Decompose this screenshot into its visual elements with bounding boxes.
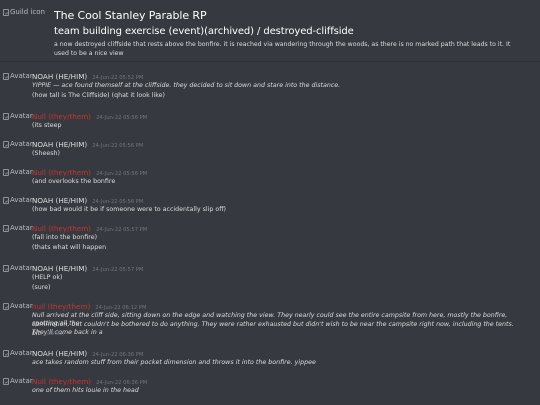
avatar[interactable]: Avatar xyxy=(3,349,33,357)
message-author[interactable]: NOAH (HE/HIM) 24-Jun-22 05:52 PM xyxy=(32,72,143,81)
message-timestamp: 24-Jun-22 06:36 PM xyxy=(92,352,144,358)
message-content: (HELP ok) xyxy=(32,274,63,281)
guild-icon[interactable]: Guild icon xyxy=(3,8,45,16)
message-content: ace takes random stuff from their pocket… xyxy=(32,359,316,366)
message-content: (and overlooks the bonfire xyxy=(32,178,116,185)
message-author[interactable]: Null (they/them) 24-Jun-22 05:56 PM xyxy=(32,168,147,177)
message-author[interactable]: Null (they/them) 24-Jun-22 06:36 PM xyxy=(32,377,147,386)
message-content: (how tall is The Cliffside) (qhat it loo… xyxy=(32,92,165,99)
avatar[interactable]: Avatar xyxy=(3,112,33,120)
message-content: YIPPIE — ace found themself at the cliff… xyxy=(32,82,341,89)
avatar[interactable]: Avatar xyxy=(3,196,33,204)
channel-header: Guild icon The Cool Stanley Parable RP t… xyxy=(0,0,540,62)
message-timestamp: 24-Jun-22 05:57 PM xyxy=(92,267,144,273)
broken-image-icon xyxy=(3,140,9,148)
message-author[interactable]: Null (they/them) 24-Jun-22 05:57 PM xyxy=(32,224,147,233)
message-author[interactable]: NOAH (HE/HIM) 24-Jun-22 05:56 PM xyxy=(32,140,143,149)
broken-image-icon xyxy=(3,349,9,357)
broken-image-icon xyxy=(3,264,9,272)
broken-image-icon xyxy=(3,196,9,204)
guild-name: The Cool Stanley Parable RP xyxy=(54,9,207,22)
avatar[interactable]: Avatar xyxy=(3,140,33,148)
message-timestamp: 24-Jun-22 05:52 PM xyxy=(92,75,144,81)
channel-topic: a now destroyed cliffside that rests abo… xyxy=(54,41,511,57)
channel-path: team building exercise (event)(archived)… xyxy=(54,26,354,37)
message-timestamp: 24-Jun-22 05:56 PM xyxy=(96,115,148,121)
broken-image-icon xyxy=(3,377,9,385)
avatar[interactable]: Avatar xyxy=(3,168,33,176)
message-content: bit. (edited) xyxy=(32,330,65,337)
avatar[interactable]: Avatar xyxy=(3,224,33,232)
message-content: (its steep xyxy=(32,122,62,129)
message-timestamp: 24-Jun-22 06:12 PM xyxy=(95,305,147,311)
message-content: (Sheesh) xyxy=(32,150,60,157)
broken-image-icon xyxy=(3,224,9,232)
broken-image-icon xyxy=(3,168,9,176)
message-timestamp: 24-Jun-22 05:56 PM xyxy=(92,199,144,205)
message-author[interactable]: Null (they/them) 24-Jun-22 05:56 PM xyxy=(32,112,147,121)
broken-image-icon xyxy=(3,302,9,310)
message-content: (how bad would it be if someone were to … xyxy=(32,206,227,213)
broken-image-icon xyxy=(3,112,9,120)
avatar[interactable]: Avatar xyxy=(3,377,33,385)
avatar[interactable]: Avatar xyxy=(3,302,33,310)
edited-label: (edited) xyxy=(45,332,65,337)
avatar[interactable]: Avatar xyxy=(3,72,33,80)
message-timestamp: 24-Jun-22 05:57 PM xyxy=(96,227,148,233)
message-timestamp: 24-Jun-22 05:56 PM xyxy=(92,143,144,149)
message-content: one of them hits louie in the head xyxy=(32,387,139,394)
message-author[interactable]: NOAH (HE/HIM) 24-Jun-22 05:56 PM xyxy=(32,196,143,205)
message-content: (sure) xyxy=(32,284,51,291)
guild-icon-alt-text: Guild icon xyxy=(10,8,45,16)
message-author[interactable]: NOAH (HE/HIM) 24-Jun-22 06:36 PM xyxy=(32,349,143,358)
broken-image-icon xyxy=(3,8,9,16)
message-author[interactable]: null (they/them) 24-Jun-22 06:12 PM xyxy=(32,302,146,311)
message-timestamp: 24-Jun-22 06:36 PM xyxy=(96,380,148,386)
message-timestamp: 24-Jun-22 05:56 PM xyxy=(96,171,148,177)
message-content: (thats what will happen xyxy=(32,244,107,251)
message-author[interactable]: NOAH (HE/HIM) 24-Jun-22 05:57 PM xyxy=(32,264,143,273)
broken-image-icon xyxy=(3,72,9,80)
avatar[interactable]: Avatar xyxy=(3,264,33,272)
message-content: (fall into the bonfire) xyxy=(32,234,98,241)
